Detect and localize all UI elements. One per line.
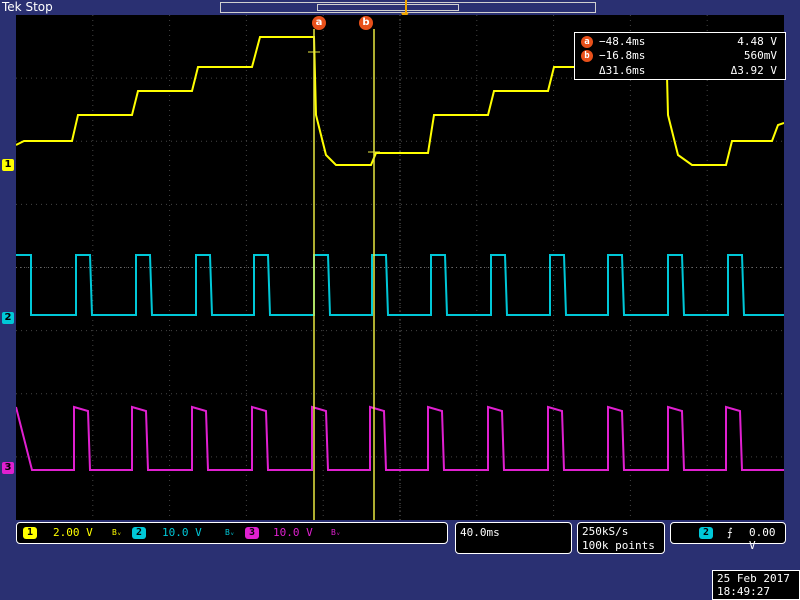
ch2-chip: 2 (132, 527, 146, 539)
cursor-a-badge-small: a (581, 36, 593, 48)
trigger-level: 0.00 V (749, 526, 776, 552)
ch2-level-marker[interactable]: 2 (2, 312, 14, 324)
ch3-bw-icon: Bᵥ (331, 528, 341, 537)
ch1-scale[interactable]: 2.00 V (53, 526, 93, 539)
brand-name: Tek (2, 0, 22, 14)
cursor-b-badge[interactable]: b (359, 16, 373, 30)
record-view-window[interactable] (317, 4, 459, 11)
ch2-scale[interactable]: 10.0 V (162, 526, 202, 539)
timebase-panel[interactable]: 40.0ms (455, 522, 572, 554)
trigger-source-chip: 2 (699, 527, 713, 539)
cursor-b-badge-small: b (581, 50, 593, 62)
cursor-a-time: −48.4ms (599, 35, 646, 48)
time-per-division: 40.0ms (460, 526, 500, 539)
waveform-screen[interactable] (16, 15, 784, 520)
cursor-delta-value: Δ3.92 V (730, 64, 777, 77)
ch1-chip: 1 (23, 527, 37, 539)
cursor-delta-time: Δ31.6ms (599, 64, 646, 77)
ch1-bw-icon: Bᵥ (112, 528, 122, 537)
cursor-a-value: 4.48 V (737, 35, 777, 48)
ch3-chip: 3 (245, 527, 259, 539)
record-length: 100k points (582, 539, 655, 552)
cursor-b-value: 560mV (743, 49, 777, 62)
time: 18:49:27 (717, 585, 770, 598)
cursor-b-time: −16.8ms (599, 49, 646, 62)
acquisition-status: Stop (25, 0, 53, 14)
ch2-bw-icon: Bᵥ (225, 528, 235, 537)
ch3-scale[interactable]: 10.0 V (273, 526, 313, 539)
waveform-graticule (16, 15, 784, 520)
cursor-readout: a −48.4ms 4.48 V b −16.8ms 560mV Δ31.6ms… (574, 32, 786, 80)
brand-label: Tek Stop (2, 0, 53, 14)
trigger-panel[interactable]: 2 ⨍ 0.00 V (670, 522, 786, 552)
ch1-level-marker[interactable]: 1 (2, 159, 14, 171)
cursor-a-badge[interactable]: a (312, 16, 326, 30)
date: 25 Feb 2017 (717, 572, 790, 585)
rising-edge-icon: ⨍ (727, 526, 733, 539)
channel-scales-panel[interactable]: 1 2.00 V Bᵥ 2 10.0 V Bᵥ 3 10.0 V Bᵥ (16, 522, 448, 544)
sample-rate: 250kS/s (582, 525, 629, 538)
ch3-level-marker[interactable]: 3 (2, 462, 14, 474)
acquisition-panel[interactable]: 250kS/s 100k points (577, 522, 665, 554)
date-time-display: 25 Feb 2017 18:49:27 (712, 570, 800, 600)
